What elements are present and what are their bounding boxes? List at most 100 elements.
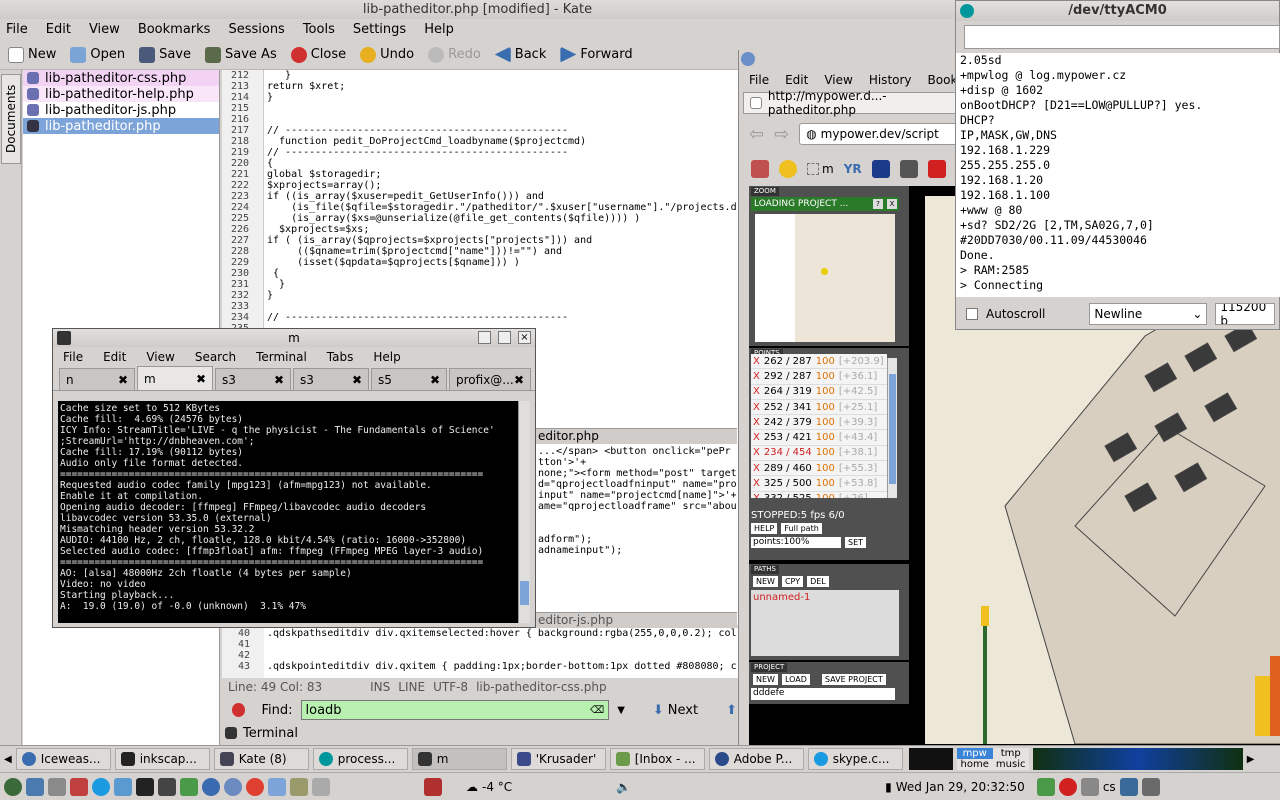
calculator-icon[interactable] (158, 777, 176, 796)
task-iceweasel[interactable]: Iceweas... (15, 748, 111, 770)
encoding[interactable]: UTF-8 (433, 680, 468, 694)
full-path-button[interactable]: Full path (781, 523, 822, 534)
clear-input-icon[interactable]: ⌫ (590, 705, 604, 716)
delete-point-icon[interactable]: X (753, 371, 760, 382)
desktop-tmp[interactable]: tmp (992, 748, 1029, 759)
term-menu-edit[interactable]: Edit (103, 350, 126, 364)
task-processing[interactable]: process... (312, 748, 408, 770)
document-item[interactable]: lib-patheditor-css.php (23, 70, 219, 86)
term-menu-file[interactable]: File (63, 350, 83, 364)
keyboard-layout[interactable]: cs (1103, 780, 1116, 794)
launcher-icon[interactable] (224, 777, 242, 796)
skype-icon[interactable] (92, 777, 110, 796)
launcher-icon[interactable] (180, 777, 198, 796)
launcher-icon[interactable] (312, 777, 330, 796)
desktop-mpw[interactable]: mpw (956, 748, 993, 759)
document-item[interactable]: lib-patheditor-help.php (23, 86, 219, 102)
clock[interactable]: Wed Jan 29, 20:32:50 (896, 780, 1025, 794)
alert-icon[interactable] (1058, 777, 1077, 796)
baud-rate-select[interactable]: 115200 b (1215, 303, 1276, 325)
launcher-icon[interactable] (26, 777, 44, 796)
points-scrollbar[interactable] (887, 358, 897, 498)
arrow-up-icon[interactable]: ⬆ (726, 703, 737, 718)
url-bar[interactable]: ◍ mypower.dev/script (799, 123, 980, 145)
find-input[interactable]: loadb ⌫ (300, 700, 610, 720)
delete-point-icon[interactable]: X (753, 493, 760, 498)
help-icon[interactable]: ? (873, 199, 883, 209)
close-icon[interactable]: X (887, 199, 897, 209)
br-menu-history[interactable]: History (869, 73, 912, 87)
task-krusader[interactable]: 'Krusader' (510, 748, 606, 770)
delete-point-icon[interactable]: X (753, 417, 760, 428)
launcher-icon[interactable] (48, 777, 66, 796)
minimize-icon[interactable] (478, 331, 491, 344)
save-as-button[interactable]: Save As (205, 46, 277, 63)
task-adobe[interactable]: Adobe P... (708, 748, 804, 770)
insert-mode[interactable]: INS (370, 680, 390, 694)
project-load-button[interactable]: LOAD (781, 674, 810, 685)
bookmark-icon-2[interactable] (871, 160, 890, 178)
terminal-panel-tab[interactable]: Terminal (225, 724, 325, 742)
path-new-button[interactable]: NEW (753, 576, 778, 587)
close-find-icon[interactable] (232, 703, 246, 717)
tray-icon[interactable] (1141, 777, 1160, 796)
delete-point-icon[interactable]: X (753, 356, 760, 367)
delete-point-icon[interactable]: X (753, 447, 760, 458)
open-button[interactable]: Open (70, 46, 125, 63)
launcher-icon[interactable] (202, 777, 220, 796)
term-menu-help[interactable]: Help (373, 350, 400, 364)
find-next-button[interactable]: ⬇ Next (653, 703, 698, 718)
term-menu-search[interactable]: Search (195, 350, 236, 364)
path-copy-button[interactable]: CPY (781, 576, 804, 587)
save-button[interactable]: Save (139, 46, 191, 63)
delete-point-icon[interactable]: X (753, 386, 760, 397)
menu-tools[interactable]: Tools (303, 22, 335, 37)
launcher-icon[interactable] (290, 777, 308, 796)
code-editor-css[interactable]: .qdskpathseditdiv div.qxitemselected:hov… (264, 628, 739, 678)
code-editor-split[interactable]: ...</span> <button onclick="pePr tton'>'+… (536, 446, 736, 611)
delete-point-icon[interactable]: X (753, 402, 760, 413)
browser-tab[interactable]: http://mypower.d...-patheditor.php (743, 89, 973, 117)
point-row[interactable]: X 289 / 460 100 [+55.3] (751, 461, 887, 477)
forward-button[interactable]: Forward (560, 46, 633, 63)
menu-view[interactable]: View (89, 22, 120, 37)
path-delete-button[interactable]: DEL (807, 576, 829, 587)
launcher-icon[interactable] (114, 777, 132, 796)
smiley-icon[interactable] (779, 160, 797, 178)
forward-arrow-icon[interactable]: ⇨ (774, 124, 789, 145)
menu-help[interactable]: Help (424, 22, 454, 37)
autoscroll-checkbox[interactable] (966, 308, 978, 320)
terminal-tab[interactable]: s3 ✖ (215, 368, 291, 390)
close-button[interactable]: Close (290, 46, 346, 63)
redo-button[interactable]: Redo (428, 46, 481, 63)
menu-sessions[interactable]: Sessions (228, 22, 284, 37)
terminal-tab[interactable]: s5 ✖ (371, 368, 447, 390)
task-terminal-m[interactable]: m (411, 748, 507, 770)
tab-close-icon[interactable]: ✖ (430, 373, 440, 387)
app-logo-icon[interactable] (424, 777, 442, 796)
maximize-icon[interactable] (498, 331, 511, 344)
close-window-icon[interactable]: × (518, 331, 531, 344)
point-row[interactable]: X 292 / 287 100 [+36.1] (751, 369, 887, 385)
scroll-left-icon[interactable]: ◀ (4, 754, 12, 765)
points-zoom-input[interactable]: points:100% (751, 537, 841, 548)
split-file-name-2[interactable]: editor-js.php (538, 613, 613, 627)
tab-close-icon[interactable]: ✖ (118, 373, 128, 387)
project-new-button[interactable]: NEW (753, 674, 778, 685)
save-project-button[interactable]: SAVE PROJECT (821, 674, 886, 685)
term-menu-terminal[interactable]: Terminal (256, 350, 307, 364)
network-icon[interactable] (1036, 777, 1055, 796)
terminal-tab-active[interactable]: m ✖ (137, 366, 213, 390)
terminal-tab[interactable]: profix@... ✖ (449, 368, 531, 390)
bookmark-m[interactable]: m (807, 162, 834, 176)
document-item-selected[interactable]: lib-patheditor.php (23, 118, 219, 134)
serial-send-input[interactable] (964, 25, 1280, 49)
document-item[interactable]: lib-patheditor-js.php (23, 102, 219, 118)
desktop-home[interactable]: home (956, 759, 993, 770)
point-row[interactable]: X 325 / 500 100 [+53.8] (751, 476, 887, 492)
launcher-icon[interactable] (4, 777, 22, 796)
tab-close-icon[interactable]: ✖ (514, 373, 524, 387)
selection-mode[interactable]: LINE (398, 680, 425, 694)
pointer-icon[interactable] (268, 777, 286, 796)
menu-settings[interactable]: Settings (353, 22, 406, 37)
